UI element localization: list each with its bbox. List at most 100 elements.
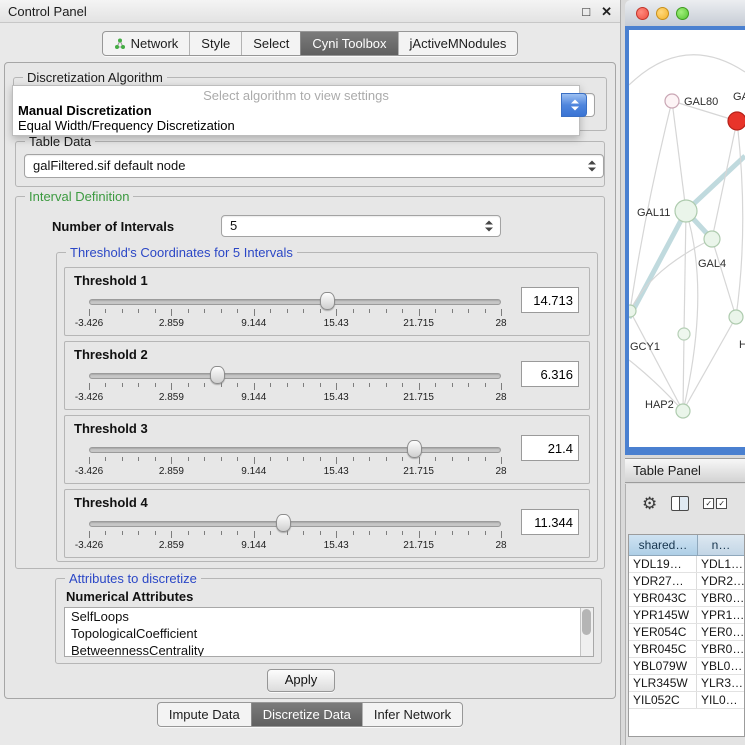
- table-cell[interactable]: YBR0…: [697, 641, 744, 657]
- table-cell[interactable]: YBR0…: [697, 590, 744, 606]
- network-node-red-node[interactable]: [728, 112, 745, 130]
- network-node-HAP2[interactable]: [676, 404, 690, 418]
- table-cell[interactable]: YLR3…: [697, 675, 744, 691]
- close-traffic-light-icon[interactable]: [636, 7, 649, 20]
- table-cell[interactable]: YBR043C: [629, 590, 697, 606]
- tab-network[interactable]: Network: [103, 32, 190, 55]
- combobox-arrow-button[interactable]: [561, 93, 587, 117]
- network-edge[interactable]: [736, 121, 743, 317]
- threshold-panel: Threshold 4 -3.4262.8599.14415.4321.7152…: [64, 489, 590, 558]
- network-node-GAL11[interactable]: [675, 200, 697, 222]
- table-cell[interactable]: YBL0…: [697, 658, 744, 674]
- list-item[interactable]: TopologicalCoefficient: [65, 625, 593, 642]
- bottom-tab-discretize-data[interactable]: Discretize Data: [251, 703, 362, 726]
- table-row[interactable]: YIL052CYIL0…: [629, 692, 744, 709]
- network-node-left-node[interactable]: [629, 305, 636, 317]
- table-cell[interactable]: YBR045C: [629, 641, 697, 657]
- numerical-attributes-list[interactable]: SelfLoopsTopologicalCoefficientBetweenne…: [64, 607, 594, 657]
- bottom-tab-impute-data[interactable]: Impute Data: [158, 703, 251, 726]
- table-cell[interactable]: YER0…: [697, 624, 744, 640]
- threshold-value-field[interactable]: 11.344: [521, 509, 579, 535]
- network-edge[interactable]: [672, 101, 686, 211]
- table-cell[interactable]: YBL079W: [629, 658, 697, 674]
- zoom-traffic-light-icon[interactable]: [676, 7, 689, 20]
- network-edge[interactable]: [630, 239, 712, 311]
- network-node-GAL4[interactable]: [704, 231, 720, 247]
- threshold-value-field[interactable]: 6.316: [521, 361, 579, 387]
- columns-icon[interactable]: [671, 496, 689, 511]
- gear-icon[interactable]: ⚙: [642, 495, 657, 512]
- column-header[interactable]: shared…: [629, 535, 698, 555]
- network-edge[interactable]: [712, 239, 736, 317]
- threshold-value-field[interactable]: 14.713: [521, 287, 579, 313]
- slider-ticks: [89, 383, 501, 391]
- network-edge[interactable]: [629, 55, 745, 85]
- threshold-slider[interactable]: -3.4262.8599.14415.4321.71528: [89, 512, 501, 554]
- table-cell[interactable]: YIL0…: [697, 692, 744, 708]
- table-row[interactable]: YLR345WYLR3…: [629, 675, 744, 692]
- minimize-traffic-light-icon[interactable]: [656, 7, 669, 20]
- slider-thumb[interactable]: [276, 514, 291, 532]
- scrollbar-thumb[interactable]: [582, 609, 591, 635]
- scale-label: 9.144: [241, 318, 266, 329]
- network-window-titlebar[interactable]: [625, 0, 745, 27]
- scrollbar[interactable]: [580, 608, 593, 656]
- network-node-mid-node[interactable]: [678, 328, 690, 340]
- cyni-toolbox-content: Discretization Algorithm Select algorith…: [4, 62, 616, 699]
- tab-jactivemnodules[interactable]: jActiveMNodules: [398, 32, 518, 55]
- slider-track[interactable]: [89, 447, 501, 453]
- table-row[interactable]: YBL079WYBL0…: [629, 658, 744, 675]
- table-row[interactable]: YBR045CYBR0…: [629, 641, 744, 658]
- list-item[interactable]: BetweennessCentrality: [65, 642, 593, 657]
- network-canvas[interactable]: GAL80GAGAL11GAL4GCY1HAP2H: [629, 30, 745, 447]
- slider-track[interactable]: [89, 521, 501, 527]
- table-cell[interactable]: YDL19…: [629, 556, 697, 572]
- table-cell[interactable]: YER054C: [629, 624, 697, 640]
- number-of-intervals-combobox[interactable]: 5: [221, 215, 501, 237]
- threshold-slider[interactable]: -3.4262.8599.14415.4321.71528: [89, 364, 501, 406]
- close-icon[interactable]: ✕: [601, 5, 612, 18]
- table-row[interactable]: YER054CYER0…: [629, 624, 744, 641]
- threshold-slider[interactable]: -3.4262.8599.14415.4321.71528: [89, 290, 501, 332]
- select-checkboxes-icon[interactable]: ✓ ✓: [703, 498, 727, 509]
- table-cell[interactable]: YDL1…: [697, 556, 744, 572]
- table-cell[interactable]: YDR27…: [629, 573, 697, 589]
- tab-cyni-toolbox[interactable]: Cyni Toolbox: [300, 32, 397, 55]
- tab-style[interactable]: Style: [189, 32, 241, 55]
- tab-select[interactable]: Select: [241, 32, 300, 55]
- network-edge[interactable]: [684, 211, 686, 334]
- network-edge[interactable]: [683, 334, 684, 411]
- threshold-value-field[interactable]: 21.4: [521, 435, 579, 461]
- network-node-right-node[interactable]: [729, 310, 743, 324]
- table-row[interactable]: YDL19…YDL1…: [629, 556, 744, 573]
- table-cell[interactable]: YIL052C: [629, 692, 697, 708]
- column-header[interactable]: n…: [698, 535, 744, 555]
- threshold-slider[interactable]: -3.4262.8599.14415.4321.71528: [89, 438, 501, 480]
- slider-track[interactable]: [89, 373, 501, 379]
- table-cell[interactable]: YPR1…: [697, 607, 744, 623]
- slider-thumb[interactable]: [210, 366, 225, 384]
- table-cell[interactable]: YLR345W: [629, 675, 697, 691]
- network-edge[interactable]: [683, 317, 736, 411]
- table-cell[interactable]: YPR145W: [629, 607, 697, 623]
- group-label: Table Data: [25, 134, 95, 149]
- table-row[interactable]: YPR145WYPR1…: [629, 607, 744, 624]
- table-data-combobox[interactable]: galFiltered.sif default node: [24, 154, 604, 178]
- dropdown-option-manual-discretization[interactable]: Manual Discretization: [13, 103, 579, 118]
- float-window-icon[interactable]: □: [582, 5, 590, 18]
- slider-scale: -3.4262.8599.14415.4321.71528: [89, 318, 501, 330]
- table-cell[interactable]: YDR2…: [697, 573, 744, 589]
- slider-thumb[interactable]: [320, 292, 335, 310]
- bottom-tab-infer-network[interactable]: Infer Network: [362, 703, 462, 726]
- network-node-GAL80[interactable]: [665, 94, 679, 108]
- table-panel-header[interactable]: Table Panel: [625, 458, 745, 483]
- network-edge[interactable]: [629, 156, 745, 318]
- list-item[interactable]: SelfLoops: [65, 608, 593, 625]
- dropdown-option-equal-width-frequency[interactable]: Equal Width/Frequency Discretization: [13, 118, 579, 133]
- slider-track[interactable]: [89, 299, 501, 305]
- network-edge[interactable]: [630, 311, 683, 411]
- apply-button[interactable]: Apply: [267, 669, 335, 692]
- table-row[interactable]: YDR27…YDR2…: [629, 573, 744, 590]
- table-row[interactable]: YBR043CYBR0…: [629, 590, 744, 607]
- slider-thumb[interactable]: [407, 440, 422, 458]
